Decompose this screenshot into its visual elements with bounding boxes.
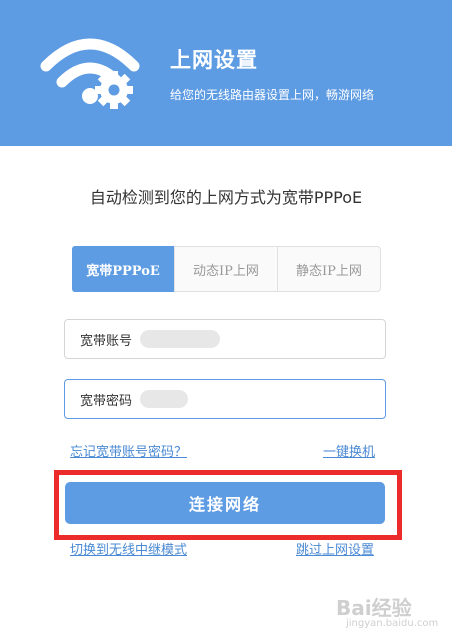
tab-static-ip[interactable]: 静态IP上网 [277,247,380,291]
page-subtitle: 给您的无线路由器设置上网，畅游网络 [170,88,375,102]
detection-message: 自动检测到您的上网方式为宽带PPPoE [89,188,363,207]
account-label: 宽带账号 [80,333,133,349]
account-value: •••••••• [140,330,221,348]
forgot-account-link[interactable]: 忘记宽带账号密码？ [70,441,187,460]
watermark-url: jingyan.baidu.com [346,618,439,629]
password-value: •••• [140,390,189,408]
header-banner: 上网设置 给您的无线路由器设置上网，畅游网络 [0,0,452,146]
tab-dynamic-ip[interactable]: 动态IP上网 [174,247,277,291]
password-field[interactable]: 宽带密码 •••• [64,379,386,419]
wifi-settings-icon [40,38,140,109]
watermark-logo: Bai经验 [336,596,412,620]
one-click-switch-link[interactable]: 一键换机 [323,441,375,460]
skip-setup-link[interactable]: 跳过上网设置 [296,539,374,558]
tab-pppoe[interactable]: 宽带PPPoE [72,246,174,292]
page-title: 上网设置 [170,48,258,72]
account-field[interactable]: 宽带账号 •••••••• [64,319,386,359]
password-label: 宽带密码 [80,393,133,409]
connect-button[interactable]: 连接网络 [65,482,385,524]
relay-mode-link[interactable]: 切换到无线中继模式 [70,539,187,558]
connection-type-tabs: 宽带PPPoE 动态IP上网 静态IP上网 [72,246,381,292]
